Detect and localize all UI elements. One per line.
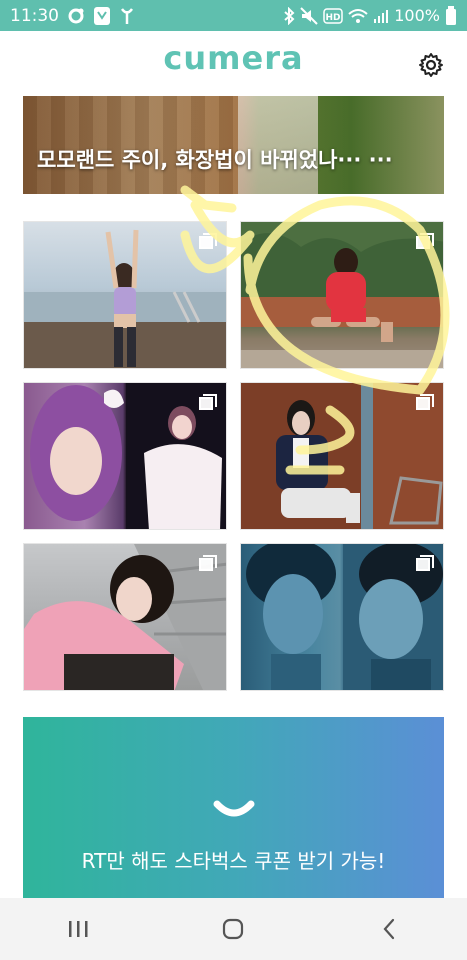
mute-icon: [300, 6, 318, 25]
hd-icon: HD: [323, 7, 343, 24]
feed-item[interactable]: [240, 543, 444, 691]
multi-photo-icon: [416, 394, 434, 410]
bluetooth-icon: [283, 6, 295, 25]
multi-photo-icon: [416, 233, 434, 249]
photo-1: [24, 229, 226, 368]
status-time: 11:30: [10, 5, 59, 26]
app-header: cumera: [0, 31, 467, 95]
photo-6: [246, 544, 443, 690]
gear-icon: [419, 53, 443, 77]
banner-title: 모모랜드 주이, 화장법이 바뀌었나··· ···: [37, 148, 393, 172]
photo-5: [24, 544, 226, 690]
svg-text:HD: HD: [326, 13, 341, 23]
multi-photo-icon: [199, 394, 217, 410]
feed-item[interactable]: [240, 221, 444, 369]
back-icon: [383, 918, 395, 940]
multi-photo-icon: [199, 233, 217, 249]
back-button[interactable]: [359, 904, 419, 954]
signal-icon: [373, 8, 389, 24]
feed-item[interactable]: [23, 382, 227, 530]
feed-item[interactable]: [23, 543, 227, 691]
wifi-icon: [348, 8, 368, 24]
multi-photo-icon: [416, 555, 434, 571]
home-icon: [223, 918, 244, 940]
settings-button[interactable]: [417, 51, 445, 79]
home-button[interactable]: [203, 904, 263, 954]
feed-item[interactable]: [23, 221, 227, 369]
carrier-icon: [93, 6, 111, 26]
app-logo: cumera: [163, 39, 304, 77]
system-nav-bar: [0, 898, 467, 960]
promo-banner[interactable]: RT만 해도 스타벅스 쿠폰 받기 가능!: [23, 717, 444, 898]
recent-apps-button[interactable]: [48, 904, 108, 954]
featured-banner[interactable]: 모모랜드 주이, 화장법이 바뀌었나··· ···: [23, 96, 444, 194]
status-bar: 11:30 HD 100%: [0, 0, 467, 31]
multi-photo-icon: [199, 555, 217, 571]
photo-2: [241, 222, 443, 368]
battery-percent: 100%: [394, 6, 440, 25]
photo-3: [30, 383, 226, 529]
antenna-icon: [119, 7, 135, 25]
smile-icon: [213, 800, 255, 817]
photo-4: [241, 383, 443, 529]
feed-item[interactable]: [240, 382, 444, 530]
battery-icon: [445, 5, 457, 26]
settings-dot-icon: [67, 7, 85, 25]
recent-apps-icon: [68, 921, 88, 937]
promo-text: RT만 해도 스타벅스 쿠폰 받기 가능!: [81, 849, 386, 873]
